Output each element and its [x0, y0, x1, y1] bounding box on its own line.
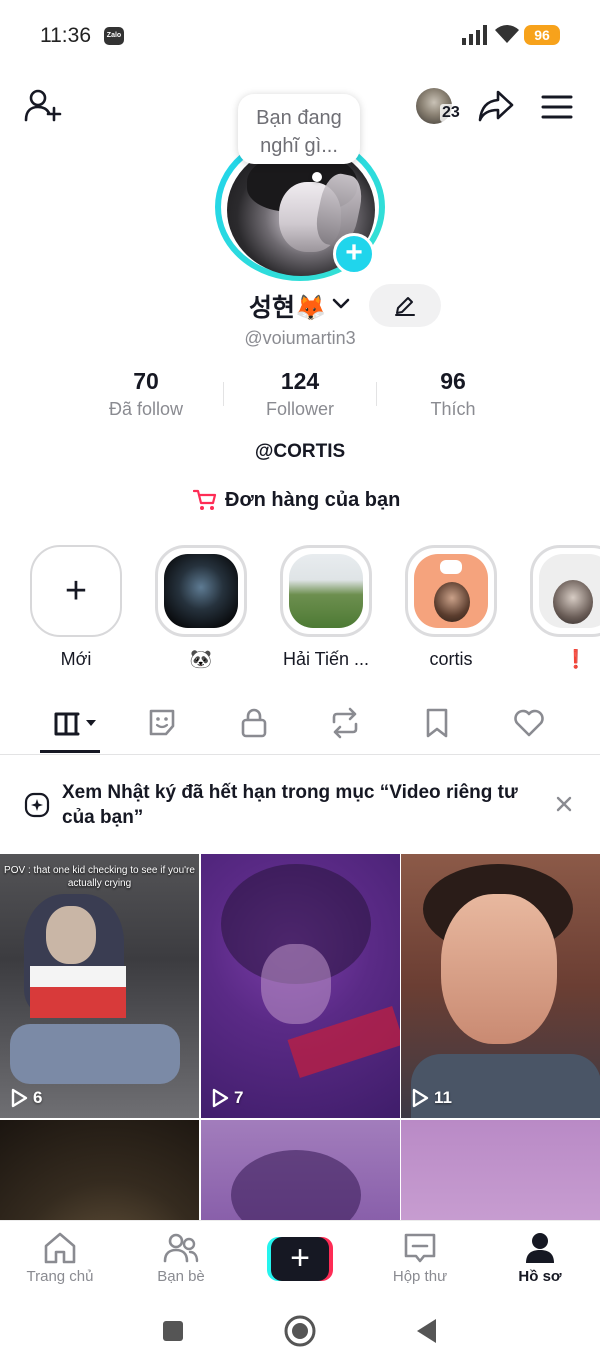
story-label: ❗ [564, 649, 588, 669]
recents-icon[interactable] [161, 1319, 185, 1343]
nav-label: Hộp thư [392, 1268, 448, 1285]
stat-label: Đã follow [108, 399, 184, 419]
nav-inbox[interactable]: Hộp thư [365, 1231, 475, 1285]
add-story-icon: + [30, 545, 122, 637]
add-story-button[interactable]: + [333, 233, 375, 275]
video-thumbnail[interactable]: 7 [201, 854, 400, 1118]
stat-value: 70 [133, 368, 159, 394]
play-icon [11, 1088, 28, 1108]
view-count-value: 7 [234, 1088, 244, 1107]
banner-text: Xem Nhật ký đã hết hạn trong mục “Video … [62, 782, 518, 828]
stat-followers[interactable]: 124 Follower [225, 368, 375, 420]
diary-banner[interactable]: Xem Nhật ký đã hết hạn trong mục “Video … [0, 770, 600, 842]
stat-divider [376, 382, 377, 406]
story-label: Mới [60, 649, 92, 669]
battery-badge: 96 [524, 25, 560, 45]
nav-label: Trang chủ [26, 1268, 94, 1285]
nav-label: Bạn bè [157, 1268, 205, 1285]
friend-count: 23 [440, 104, 462, 122]
home-icon [44, 1232, 76, 1264]
nav-friends[interactable]: Bạn bè [126, 1231, 236, 1285]
video-thumbnail[interactable]: 11 [401, 854, 600, 1118]
active-tab-underline [40, 750, 100, 753]
view-count: 6 [10, 1088, 42, 1108]
home-button-icon[interactable] [283, 1314, 317, 1348]
view-count-value: 6 [33, 1088, 43, 1107]
story-item[interactable]: 🐼 [155, 545, 247, 670]
status-bar: 11:36 Zalo 96 [0, 0, 600, 72]
stat-label: Thích [430, 399, 476, 419]
username: @voiumartin3 [244, 328, 356, 348]
sparkle-diary-icon [24, 792, 50, 818]
tab-repost-icon[interactable] [328, 706, 362, 740]
cart-icon [193, 489, 217, 510]
thought-tail [312, 172, 322, 182]
display-name[interactable]: 성현🦊 [249, 288, 326, 324]
view-count: 7 [211, 1088, 243, 1108]
view-count-value: 11 [434, 1088, 452, 1107]
view-count: 11 [411, 1088, 452, 1108]
status-time: 11:36 [40, 24, 91, 47]
wifi-icon [495, 25, 519, 43]
signal-icon [462, 25, 487, 45]
tab-videos-grid-icon[interactable] [52, 706, 100, 740]
system-nav [0, 1296, 600, 1367]
orders-label: Đơn hàng của bạn [225, 488, 401, 511]
stat-divider [223, 382, 224, 406]
stat-likes[interactable]: 96 Thích [378, 368, 528, 420]
story-thumbnail [155, 545, 247, 637]
profile-icon [526, 1233, 554, 1263]
stat-value: 96 [440, 368, 466, 394]
tab-liked-heart-icon[interactable] [512, 706, 546, 740]
video-grid: POV : that one kid checking to see if yo… [0, 854, 600, 1367]
stat-label: Follower [265, 399, 335, 419]
zalo-notification-icon: Zalo [104, 27, 124, 45]
story-item[interactable]: cortis [405, 545, 497, 670]
story-item[interactable]: Hải Tiến ... [280, 545, 372, 670]
add-friend-icon[interactable] [24, 88, 62, 124]
stat-following[interactable]: 70 Đã follow [71, 368, 221, 420]
tab-saved-bookmark-icon[interactable] [422, 706, 452, 740]
menu-icon[interactable] [541, 94, 573, 120]
thought-bubble[interactable]: Bạn đang nghĩ gì... [238, 94, 360, 164]
inbox-icon [404, 1233, 436, 1263]
tab-private-lock-icon[interactable] [238, 706, 270, 740]
story-item[interactable]: ❗ [530, 545, 600, 670]
nav-home[interactable]: Trang chủ [5, 1231, 115, 1285]
video-caption: POV : that one kid checking to see if yo… [4, 865, 195, 889]
edit-profile-button[interactable] [369, 284, 441, 327]
story-new[interactable]: + Mới [30, 545, 122, 670]
bottom-nav: Trang chủ Bạn bè + Hộp thư Hồ sơ [0, 1220, 600, 1296]
profile-tabs [0, 700, 600, 755]
story-thumbnail [530, 545, 600, 637]
story-thumbnail [405, 545, 497, 637]
close-icon[interactable] [554, 794, 574, 814]
story-thumbnail [280, 545, 372, 637]
play-icon [212, 1088, 229, 1108]
pencil-icon [395, 297, 415, 316]
back-icon[interactable] [414, 1317, 440, 1345]
thought-line-2: nghĩ gì... [260, 135, 338, 157]
plus-icon: + [271, 1237, 329, 1281]
create-button[interactable]: + [267, 1237, 333, 1281]
story-label: 🐼 [189, 649, 213, 669]
video-thumbnail[interactable]: POV : that one kid checking to see if yo… [0, 854, 199, 1118]
nav-profile[interactable]: Hồ sơ [485, 1231, 595, 1285]
thought-line-1: Bạn đang [256, 107, 342, 129]
tab-reposts-sticker-icon[interactable] [146, 706, 178, 740]
orders-link[interactable]: Đơn hàng của bạn [193, 486, 400, 514]
share-icon[interactable] [477, 88, 515, 124]
friends-icon [163, 1233, 199, 1263]
story-label: cortis [429, 649, 473, 669]
bio[interactable]: @CORTIS [0, 441, 600, 463]
chevron-down-icon[interactable] [331, 297, 351, 311]
play-icon [412, 1088, 429, 1108]
story-label: Hải Tiến ... [282, 649, 370, 669]
nav-label: Hồ sơ [518, 1268, 562, 1285]
stat-value: 124 [280, 368, 320, 394]
